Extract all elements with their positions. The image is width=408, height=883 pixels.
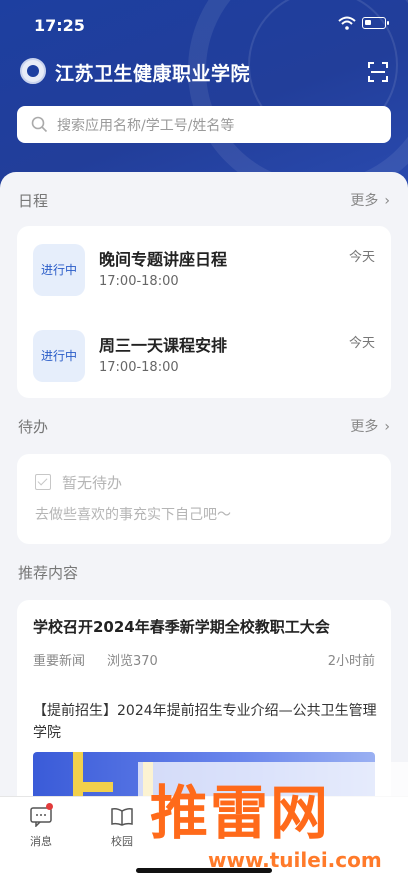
schedule-item-day: 今天 [348, 336, 375, 351]
notification-dot [46, 803, 53, 810]
todo-card: 暂无待办 去做些喜欢的事充实下自己吧～ [17, 454, 391, 544]
todo-title: 待办 [18, 418, 49, 436]
schedule-item-title: 晚间专题讲座日程 [99, 250, 228, 269]
status-bar: 17:25 [0, 0, 408, 50]
search-placeholder: 搜索应用名称/学工号/姓名等 [57, 118, 235, 134]
schedule-item[interactable]: 进行中 晚间专题讲座日程 17:00-18:00 今天 [33, 244, 375, 300]
status-badge: 进行中 [33, 244, 85, 296]
schedule-item-day: 今天 [348, 250, 375, 265]
schedule-title: 日程 [18, 192, 49, 210]
home-indicator [136, 868, 272, 873]
tab-message[interactable]: 消息 [16, 803, 66, 849]
todo-section-header: 待办 更多 › [18, 416, 390, 438]
wifi-icon [338, 16, 356, 30]
news-tag: 重要新闻 [33, 654, 86, 669]
chevron-right-icon: › [384, 193, 390, 209]
search-icon [31, 116, 48, 133]
search-input[interactable]: 搜索应用名称/学工号/姓名等 [17, 106, 391, 143]
schedule-item-time: 17:00-18:00 [99, 360, 179, 375]
watermark-brand: 推雷网 [150, 779, 331, 847]
news-time: 2小时前 [327, 654, 375, 669]
scan-icon[interactable] [368, 62, 388, 82]
todo-more-link[interactable]: 更多 › [350, 416, 390, 436]
school-logo [20, 58, 46, 84]
title-bar: 江苏卫生健康职业学院 [0, 56, 408, 90]
schedule-item[interactable]: 进行中 周三一天课程安排 17:00-18:00 今天 [33, 330, 375, 386]
status-time: 17:25 [34, 16, 85, 35]
schedule-item-time: 17:00-18:00 [99, 274, 179, 289]
tab-label: 消息 [30, 835, 52, 848]
checkbox-icon [35, 474, 51, 490]
recommend-section-header: 推荐内容 [18, 562, 390, 584]
todo-hint-text: 去做些喜欢的事充实下自己吧～ [35, 507, 231, 523]
todo-empty-text: 暂无待办 [62, 474, 123, 492]
watermark: 推雷网 www.tuilei.com [138, 762, 408, 883]
news-headline[interactable]: 学校召开2024年春季新学期全校教职工大会 [33, 616, 377, 637]
school-name: 江苏卫生健康职业学院 [55, 63, 251, 85]
message-icon [30, 807, 52, 828]
news-views: 浏览370 [107, 654, 158, 669]
schedule-card: 进行中 晚间专题讲座日程 17:00-18:00 今天 进行中 周三一天课程安排… [17, 226, 391, 398]
chevron-right-icon: › [384, 419, 390, 435]
schedule-item-title: 周三一天课程安排 [99, 336, 228, 355]
news-headline[interactable]: 【提前招生】2024年提前招生专业介绍—公共卫生管理学院 [33, 700, 377, 744]
book-icon [111, 808, 133, 826]
battery-icon [362, 17, 389, 29]
schedule-more-link[interactable]: 更多 › [350, 190, 390, 210]
status-badge: 进行中 [33, 330, 85, 382]
recommend-title: 推荐内容 [18, 564, 79, 582]
schedule-section-header: 日程 更多 › [18, 190, 390, 212]
